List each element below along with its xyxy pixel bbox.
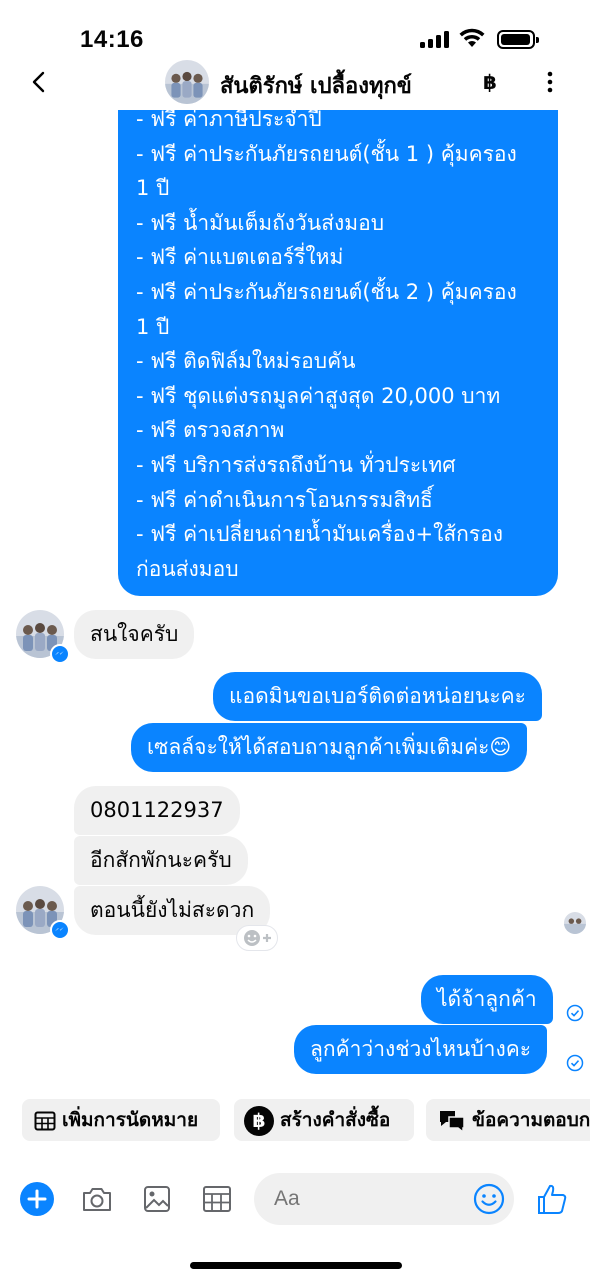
message-input[interactable] bbox=[274, 1183, 474, 1215]
outgoing-message[interactable]: แอดมินขอเบอร์ติดต่อหน่อยนะคะ bbox=[213, 672, 542, 721]
message-input-container[interactable] bbox=[254, 1173, 514, 1225]
thumbs-up-icon[interactable] bbox=[536, 1182, 568, 1216]
promo-line: - ฟรี น้ำมันเต็มถังวันส่งมอบ bbox=[136, 210, 385, 235]
seen-avatar bbox=[564, 912, 586, 934]
calendar-icon bbox=[34, 1111, 56, 1130]
back-arrow-icon[interactable] bbox=[26, 68, 54, 96]
messenger-badge-icon bbox=[50, 644, 70, 664]
incoming-message[interactable]: อีกสักพักนะครับ bbox=[74, 836, 248, 885]
add-button[interactable] bbox=[20, 1182, 54, 1216]
home-indicator bbox=[190, 1262, 402, 1269]
gallery-icon[interactable] bbox=[140, 1182, 174, 1216]
incoming-message[interactable]: สนใจครับ bbox=[74, 610, 195, 659]
outgoing-promo-message[interactable]: - ฟรี ค่าภาษีประจำปี - ฟรี ค่าประกันภัยร… bbox=[118, 70, 558, 596]
promo-line: - ฟรี ติดฟิล์มใหม่รอบคัน bbox=[136, 349, 356, 374]
more-options-icon[interactable] bbox=[536, 68, 564, 96]
promo-line: 1 ปี bbox=[136, 314, 170, 339]
sent-check-icon bbox=[566, 1054, 584, 1072]
baht-circle-icon: ฿ bbox=[244, 1105, 274, 1136]
calendar-icon[interactable] bbox=[200, 1182, 234, 1216]
add-reaction-button[interactable] bbox=[236, 925, 278, 951]
contact-avatar[interactable] bbox=[16, 886, 70, 940]
message-composer bbox=[0, 1170, 590, 1228]
incoming-message[interactable]: 0801122937 bbox=[74, 786, 240, 835]
saved-replies-label: ข้อความตอบก bbox=[472, 1109, 590, 1131]
promo-line: - ฟรี ค่าแบตเตอร์รี่ใหม่ bbox=[136, 245, 344, 270]
add-appointment-button[interactable]: เพิ่มการนัดหมาย bbox=[22, 1099, 220, 1141]
promo-line: - ฟรี ตรวจสภาพ bbox=[136, 418, 285, 443]
sent-check-icon bbox=[566, 1004, 584, 1022]
saved-replies-button[interactable]: ข้อความตอบก bbox=[426, 1099, 590, 1141]
add-appointment-label: เพิ่มการนัดหมาย bbox=[62, 1109, 199, 1131]
promo-line: - ฟรี บริการส่งรถถึงบ้าน ทั่วประเทศ bbox=[136, 452, 456, 477]
outgoing-message[interactable]: ลูกค้าว่างช่วงไหนบ้างคะ bbox=[294, 1025, 548, 1074]
promo-line: - ฟรี ค่าประกันภัยรถยนต์(ชั้น 1 ) คุ้มคร… bbox=[136, 141, 517, 166]
chat-bubbles-icon bbox=[440, 1110, 465, 1133]
emoji-icon[interactable] bbox=[472, 1182, 506, 1216]
promo-line: 1 ปี bbox=[136, 176, 170, 201]
conversation-header: สันติรักษ์ เปลื้องทุกข์ ฿ bbox=[0, 56, 590, 110]
create-order-label: สร้างคำสั่งซื้อ bbox=[280, 1109, 391, 1131]
camera-icon[interactable] bbox=[80, 1182, 114, 1216]
promo-line: - ฟรี ชุดแต่งรถมูลค่าสูงสุด 20,000 บาท bbox=[136, 383, 501, 408]
promo-line: ก่อนส่งมอบ bbox=[136, 556, 239, 581]
plus-icon bbox=[27, 1189, 47, 1209]
messenger-badge-icon bbox=[50, 920, 70, 940]
contact-avatar[interactable] bbox=[16, 610, 70, 664]
contact-name[interactable]: สันติรักษ์ เปลื้องทุกข์ bbox=[220, 68, 412, 103]
promo-line: - ฟรี ค่าประกันภัยรถยนต์(ชั้น 2 ) คุ้มคร… bbox=[136, 279, 517, 304]
add-reaction-icon bbox=[244, 930, 271, 946]
message-thread[interactable]: - ฟรี ค่าภาษีประจำปี - ฟรี ค่าประกันภัยร… bbox=[0, 0, 590, 1090]
promo-line: - ฟรี ค่าเปลี่ยนถ่ายน้ำมันเครื่อง+ใส้กรอ… bbox=[136, 522, 504, 547]
promo-line: - ฟรี ค่าดำเนินการโอนกรรมสิทธิ์ bbox=[136, 487, 433, 512]
header-avatar[interactable] bbox=[165, 60, 209, 104]
outgoing-message[interactable]: เซลล์จะให้ได้สอบถามลูกค้าเพิ่มเติมค่ะ😊 bbox=[131, 723, 528, 772]
create-order-button[interactable]: ฿ สร้างคำสั่งซื้อ bbox=[234, 1099, 414, 1141]
outgoing-message[interactable]: ได้จ้าลูกค้า bbox=[421, 975, 553, 1024]
quick-actions-bar: เพิ่มการนัดหมาย ฿ สร้างคำสั่งซื้อ ข้อความ… bbox=[0, 1099, 590, 1141]
baht-icon[interactable]: ฿ bbox=[476, 68, 504, 96]
